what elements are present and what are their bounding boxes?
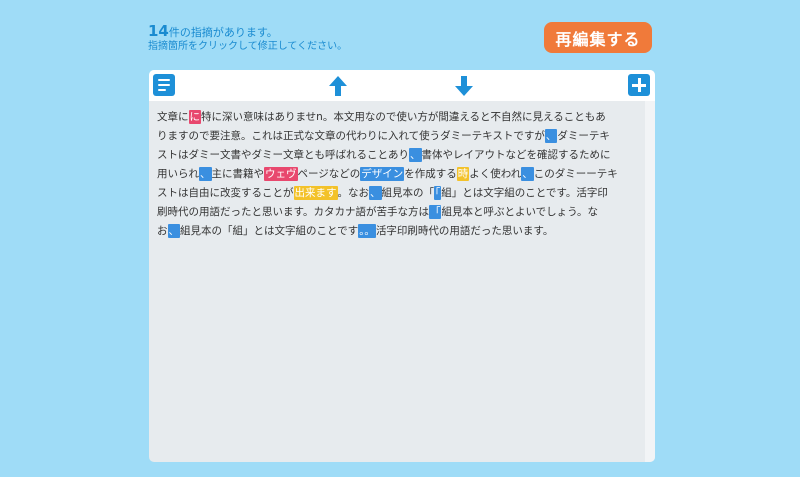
- issue-mark[interactable]: 、: [199, 167, 212, 181]
- text-segment: を作成する: [404, 168, 457, 180]
- text-segment: 特に深い意味はありませn。本文用なので使い方が間違えると不自然に見えることもあ: [201, 111, 606, 123]
- issue-mark[interactable]: 。。: [358, 224, 376, 238]
- arrow-up-icon[interactable]: [328, 75, 348, 97]
- plus-icon[interactable]: [628, 74, 650, 96]
- text-segment: よく使われ: [469, 168, 522, 180]
- issue-mark[interactable]: 、: [521, 167, 534, 181]
- issue-mark[interactable]: 、: [409, 148, 422, 162]
- text-segment: このダミーーテキ: [533, 168, 618, 180]
- text-line: 刷時代の用語だったと思います。カタカナ語が苦手な方は「組見本と呼ぶとよいでしょう…: [157, 203, 639, 222]
- issue-mark[interactable]: 時: [456, 167, 470, 181]
- issue-count-suffix: 件の指摘があります。: [168, 26, 278, 39]
- issue-mark[interactable]: 、: [369, 186, 382, 200]
- text-line: りますので要注意。これは正式な文章の代わりに入れて使うダミーテキストですが、ダミ…: [157, 127, 639, 146]
- text-segment: 組見本の「組」とは文字組のことです: [180, 225, 359, 237]
- text-segment: ストは自由に改変することが: [157, 187, 294, 199]
- issue-mark[interactable]: 、: [167, 224, 180, 238]
- issue-mark[interactable]: デザイン: [360, 167, 405, 181]
- scrollbar[interactable]: [645, 101, 655, 462]
- issue-mark[interactable]: 出来ます: [293, 186, 338, 200]
- issue-mark[interactable]: 、: [544, 129, 558, 143]
- text-segment: 組」とは文字組のことです。活字印: [441, 187, 608, 199]
- text-segment: 活字印刷時代の用語だった思います。: [375, 225, 554, 237]
- text-line: 文章にに特に深い意味はありませn。本文用なので使い方が間違えると不自然に見えるこ…: [157, 108, 639, 127]
- text-segment: ページなどの: [297, 168, 361, 180]
- text-segment: 刷時代の用語だったと思います。カタカナ語が苦手な方は: [157, 206, 429, 218]
- document-text: 文章にに特に深い意味はありませn。本文用なので使い方が間違えると不自然に見えるこ…: [157, 108, 639, 241]
- text-segment: 書体やレイアウトなどを確認するために: [421, 149, 611, 161]
- text-line: 用いられ、主に書籍やウェヴページなどのデザインを作成する時よく使われ、このダミー…: [157, 165, 639, 184]
- text-panel: 文章にに特に深い意味はありませn。本文用なので使い方が間違えると不自然に見えるこ…: [149, 70, 655, 462]
- text-line: ストはダミー文書やダミー文章とも呼ばれることあり、書体やレイアウトなどを確認する…: [157, 146, 639, 165]
- toolbar: [149, 70, 655, 101]
- issue-count-line: 14件の指摘があります。: [148, 24, 278, 40]
- text-segment: 主に書籍や: [211, 168, 265, 180]
- instruction-text: 指摘箇所をクリックして修正してください。: [148, 41, 348, 52]
- arrow-down-icon[interactable]: [454, 75, 474, 97]
- text-segment: 文章に: [157, 111, 189, 123]
- text-segment: ダミーテキ: [557, 130, 610, 142]
- reedit-button[interactable]: 再編集する: [544, 22, 652, 53]
- text-segment: 組見本の「: [381, 187, 435, 199]
- text-segment: 組見本と呼ぶとよいでしょう。な: [441, 206, 599, 218]
- text-segment: 用いられ: [157, 168, 199, 180]
- text-segment: 。なお: [337, 187, 370, 199]
- issue-mark[interactable]: に: [188, 110, 201, 124]
- text-segment: りますので要注意。これは正式な文章の代わりに入れて使うダミーテキストですが: [157, 130, 545, 142]
- document-icon[interactable]: [153, 74, 175, 96]
- issue-mark[interactable]: 「: [428, 205, 442, 219]
- issue-count: 14: [148, 22, 169, 40]
- text-line: ストは自由に改変することが出来ます。なお、組見本の「「組」とは文字組のことです。…: [157, 184, 639, 203]
- text-line: お、組見本の「組」とは文字組のことです。。活字印刷時代の用語だった思います。: [157, 222, 639, 241]
- text-segment: お: [157, 225, 168, 237]
- issue-mark[interactable]: ウェヴ: [264, 167, 298, 181]
- text-segment: ストはダミー文書やダミー文章とも呼ばれることあり: [157, 149, 409, 161]
